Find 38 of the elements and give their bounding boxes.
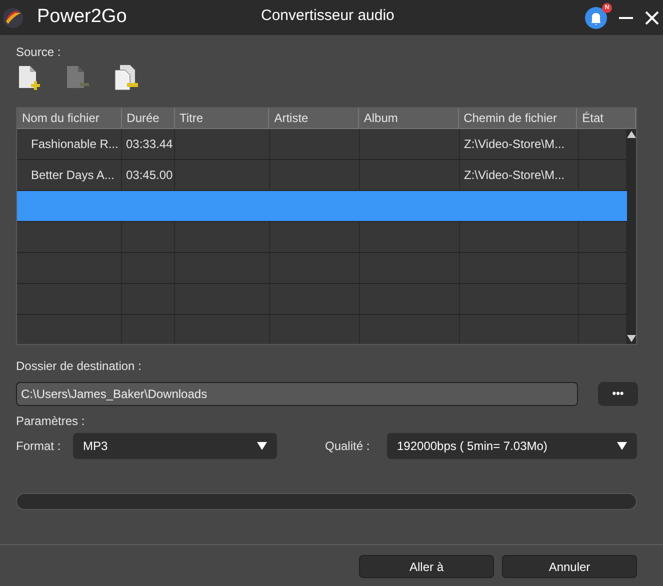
- quality-label: Qualité :: [325, 438, 371, 455]
- app-name: Power2Go: [37, 5, 127, 30]
- table-cell: Z:\Video-Store\M...: [460, 160, 579, 190]
- column-header[interactable]: Durée: [122, 108, 174, 128]
- close-icon[interactable]: [645, 10, 659, 24]
- column-header[interactable]: Titre: [174, 108, 270, 128]
- table-cell: 03:45.00: [122, 160, 175, 190]
- app-logo-icon: [2, 6, 24, 28]
- dialog-button[interactable]: Annuler: [502, 555, 637, 578]
- format-dropdown[interactable]: MP3: [73, 433, 277, 459]
- format-label: Format :: [16, 438, 62, 455]
- column-header[interactable]: Nom du fichier: [17, 108, 122, 128]
- remove-all-files-icon[interactable]: [113, 64, 141, 92]
- table-cell: 03:33.44: [122, 129, 175, 159]
- scroll-up-icon[interactable]: [627, 131, 636, 138]
- table-cell: Better Days A...: [17, 160, 122, 190]
- table-row[interactable]: [17, 191, 627, 222]
- source-label: Source :: [16, 45, 62, 60]
- column-header[interactable]: Album: [358, 108, 459, 128]
- column-header[interactable]: État: [577, 108, 636, 128]
- destination-label: Dossier de destination :: [16, 359, 142, 374]
- table-cell: Z:\Video-Store\M...: [460, 129, 579, 159]
- scroll-down-icon[interactable]: [627, 335, 636, 342]
- dropdown-arrow-icon: [257, 442, 267, 450]
- table-row[interactable]: Fashionable R... 03:33.44 Z:\Video-Store\M...: [17, 129, 627, 160]
- column-header[interactable]: Chemin de fichier: [458, 108, 578, 128]
- destination-field[interactable]: C:\Users\James_Baker\Downloads: [16, 382, 578, 406]
- table-row[interactable]: Better Days A... 03:45.00 Z:\Video-Store\M...: [17, 160, 627, 191]
- dropdown-arrow-icon: [617, 442, 627, 450]
- window-title: Convertisseur audio: [261, 6, 394, 26]
- column-header[interactable]: Artiste: [269, 108, 359, 128]
- add-file-icon[interactable]: [17, 65, 43, 91]
- bell-icon[interactable]: [585, 6, 607, 28]
- dialog-button[interactable]: Aller à: [359, 555, 494, 578]
- table-cell: Fashionable R...: [17, 129, 122, 159]
- quality-dropdown[interactable]: 192000bps ( 5min= 7.03Mo): [387, 433, 637, 459]
- browse-button[interactable]: •••: [598, 382, 638, 406]
- settings-label: Paramètres :: [16, 414, 86, 429]
